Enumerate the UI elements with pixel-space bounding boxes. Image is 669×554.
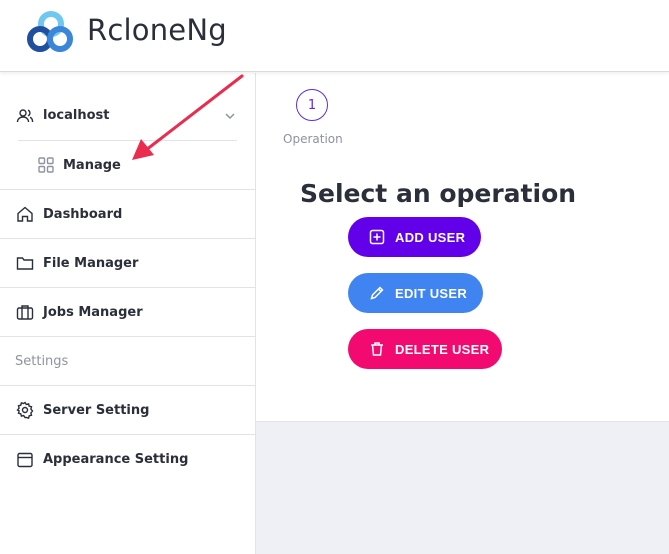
sidebar-item-label: Appearance Setting: [43, 452, 189, 467]
sidebar-item-label: File Manager: [43, 255, 139, 271]
rclone-logo-icon: [27, 11, 73, 52]
button-label: DELETE USER: [395, 341, 490, 357]
app-title: RcloneNg: [87, 13, 227, 47]
briefcase-icon: [16, 305, 34, 320]
plus-square-icon: [369, 229, 385, 245]
gear-icon: [16, 401, 34, 419]
sidebar-item-label: Dashboard: [43, 206, 123, 222]
sidebar-item-jobs-manager[interactable]: Jobs Manager: [0, 288, 255, 337]
button-label: ADD USER: [395, 229, 466, 245]
stepper-step-label: Operation: [283, 132, 343, 146]
sidebar-item-manage[interactable]: Manage: [0, 141, 255, 190]
sidebar-item-localhost[interactable]: localhost: [0, 91, 255, 140]
sidebar-item-label: Server Setting: [43, 402, 150, 418]
folder-icon: [16, 257, 34, 270]
home-icon: [17, 206, 33, 222]
sidebar-item-label: Manage: [63, 157, 121, 173]
sidebar-item-server-setting[interactable]: Server Setting: [0, 386, 255, 435]
section-label-settings: Settings: [15, 354, 69, 369]
trash-icon: [371, 342, 383, 356]
chevron-down-icon[interactable]: [223, 109, 237, 123]
sidebar-item-label: localhost: [43, 108, 110, 123]
edit-user-button[interactable]: EDIT USER: [348, 273, 483, 313]
sidebar: localhost Manage Dashboard File Manager …: [0, 73, 256, 554]
sidebar-item-file-manager[interactable]: File Manager: [0, 239, 255, 288]
add-user-button[interactable]: ADD USER: [348, 217, 481, 257]
app-header: RcloneNg: [0, 0, 669, 72]
grid-icon: [38, 157, 54, 173]
page-title: Select an operation: [300, 179, 577, 208]
stepper-step-indicator[interactable]: 1: [296, 89, 328, 121]
page-background: [256, 421, 669, 554]
sidebar-item-appearance-setting[interactable]: Appearance Setting: [0, 435, 255, 484]
sidebar-item-label: Jobs Manager: [43, 304, 143, 320]
delete-user-button[interactable]: DELETE USER: [348, 329, 502, 369]
sidebar-item-dashboard[interactable]: Dashboard: [0, 190, 255, 239]
users-icon: [16, 108, 34, 122]
button-label: EDIT USER: [395, 285, 468, 301]
pencil-icon: [370, 286, 384, 300]
browser-icon: [17, 452, 33, 467]
